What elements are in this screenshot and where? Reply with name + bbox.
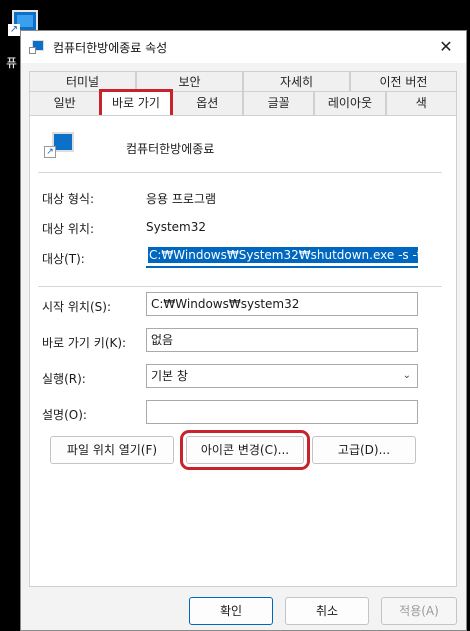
shortcut-icon: ↗ — [44, 132, 76, 162]
target-input[interactable]: C:₩Windows₩System32₩shutdown.exe -s -t 0 — [146, 244, 418, 268]
title-bar: 컴퓨터한방에종료 속성 ✕ — [21, 31, 466, 63]
run-label: 실행(R): — [42, 372, 86, 386]
divider — [38, 286, 442, 287]
target-type-value: 응용 프로그램 — [146, 192, 217, 206]
tab-previous-versions[interactable]: 이전 버전 — [350, 71, 457, 93]
properties-dialog: 컴퓨터한방에종료 속성 ✕ 터미널 보안 자세히 이전 버전 일반 바로 가기 … — [20, 30, 467, 631]
run-select[interactable]: 기본 창 ⌄ — [146, 364, 418, 388]
hotkey-label: 바로 가기 키(K): — [42, 336, 127, 350]
desktop-shortcut-label: 퓨 — [6, 56, 18, 70]
tab-general[interactable]: 일반 — [29, 91, 101, 115]
target-input-text: C:₩Windows₩System32₩shutdown.exe -s -t 0 — [148, 247, 418, 263]
tab-options[interactable]: 옵션 — [171, 91, 243, 115]
shortcut-name: 컴퓨터한방에종료 — [126, 142, 215, 156]
shortcut-arrow-icon: ↗ — [8, 24, 20, 36]
close-icon[interactable]: ✕ — [436, 37, 456, 57]
run-select-value: 기본 창 — [151, 369, 188, 383]
chevron-down-icon: ⌄ — [402, 370, 411, 381]
tab-details[interactable]: 자세히 — [243, 71, 350, 93]
tab-colors[interactable]: 색 — [385, 91, 457, 115]
divider — [38, 172, 442, 173]
advanced-button[interactable]: 고급(D)... — [312, 436, 416, 464]
tab-shortcut[interactable]: 바로 가기 — [99, 89, 173, 119]
app-icon — [29, 40, 45, 54]
comment-label: 설명(O): — [42, 408, 87, 422]
target-label: 대상(T): — [42, 252, 85, 266]
hotkey-input[interactable]: 없음 — [146, 328, 418, 352]
target-location-value: System32 — [146, 220, 207, 234]
target-location-label: 대상 위치: — [42, 222, 95, 236]
cancel-button[interactable]: 취소 — [285, 597, 369, 625]
open-file-location-button[interactable]: 파일 위치 열기(F) — [50, 436, 174, 464]
tab-strip: 터미널 보안 자세히 이전 버전 일반 바로 가기 옵션 글꼴 레이아웃 색 — [29, 71, 457, 119]
tab-font[interactable]: 글꼴 — [242, 91, 315, 115]
comment-input[interactable] — [146, 400, 418, 424]
window-title: 컴퓨터한방에종료 속성 — [53, 40, 168, 55]
tab-layout[interactable]: 레이아웃 — [314, 91, 386, 115]
ok-button[interactable]: 확인 — [189, 597, 273, 625]
shortcut-panel: ↗ 컴퓨터한방에종료 대상 형식: 응용 프로그램 대상 위치: System3… — [29, 115, 457, 587]
start-in-input[interactable]: C:₩Windows₩system32 — [146, 292, 418, 316]
change-icon-button[interactable]: 아이콘 변경(C)... — [180, 430, 310, 470]
start-in-label: 시작 위치(S): — [42, 300, 111, 314]
apply-button[interactable]: 적용(A) — [381, 597, 457, 625]
target-type-label: 대상 형식: — [42, 192, 95, 206]
